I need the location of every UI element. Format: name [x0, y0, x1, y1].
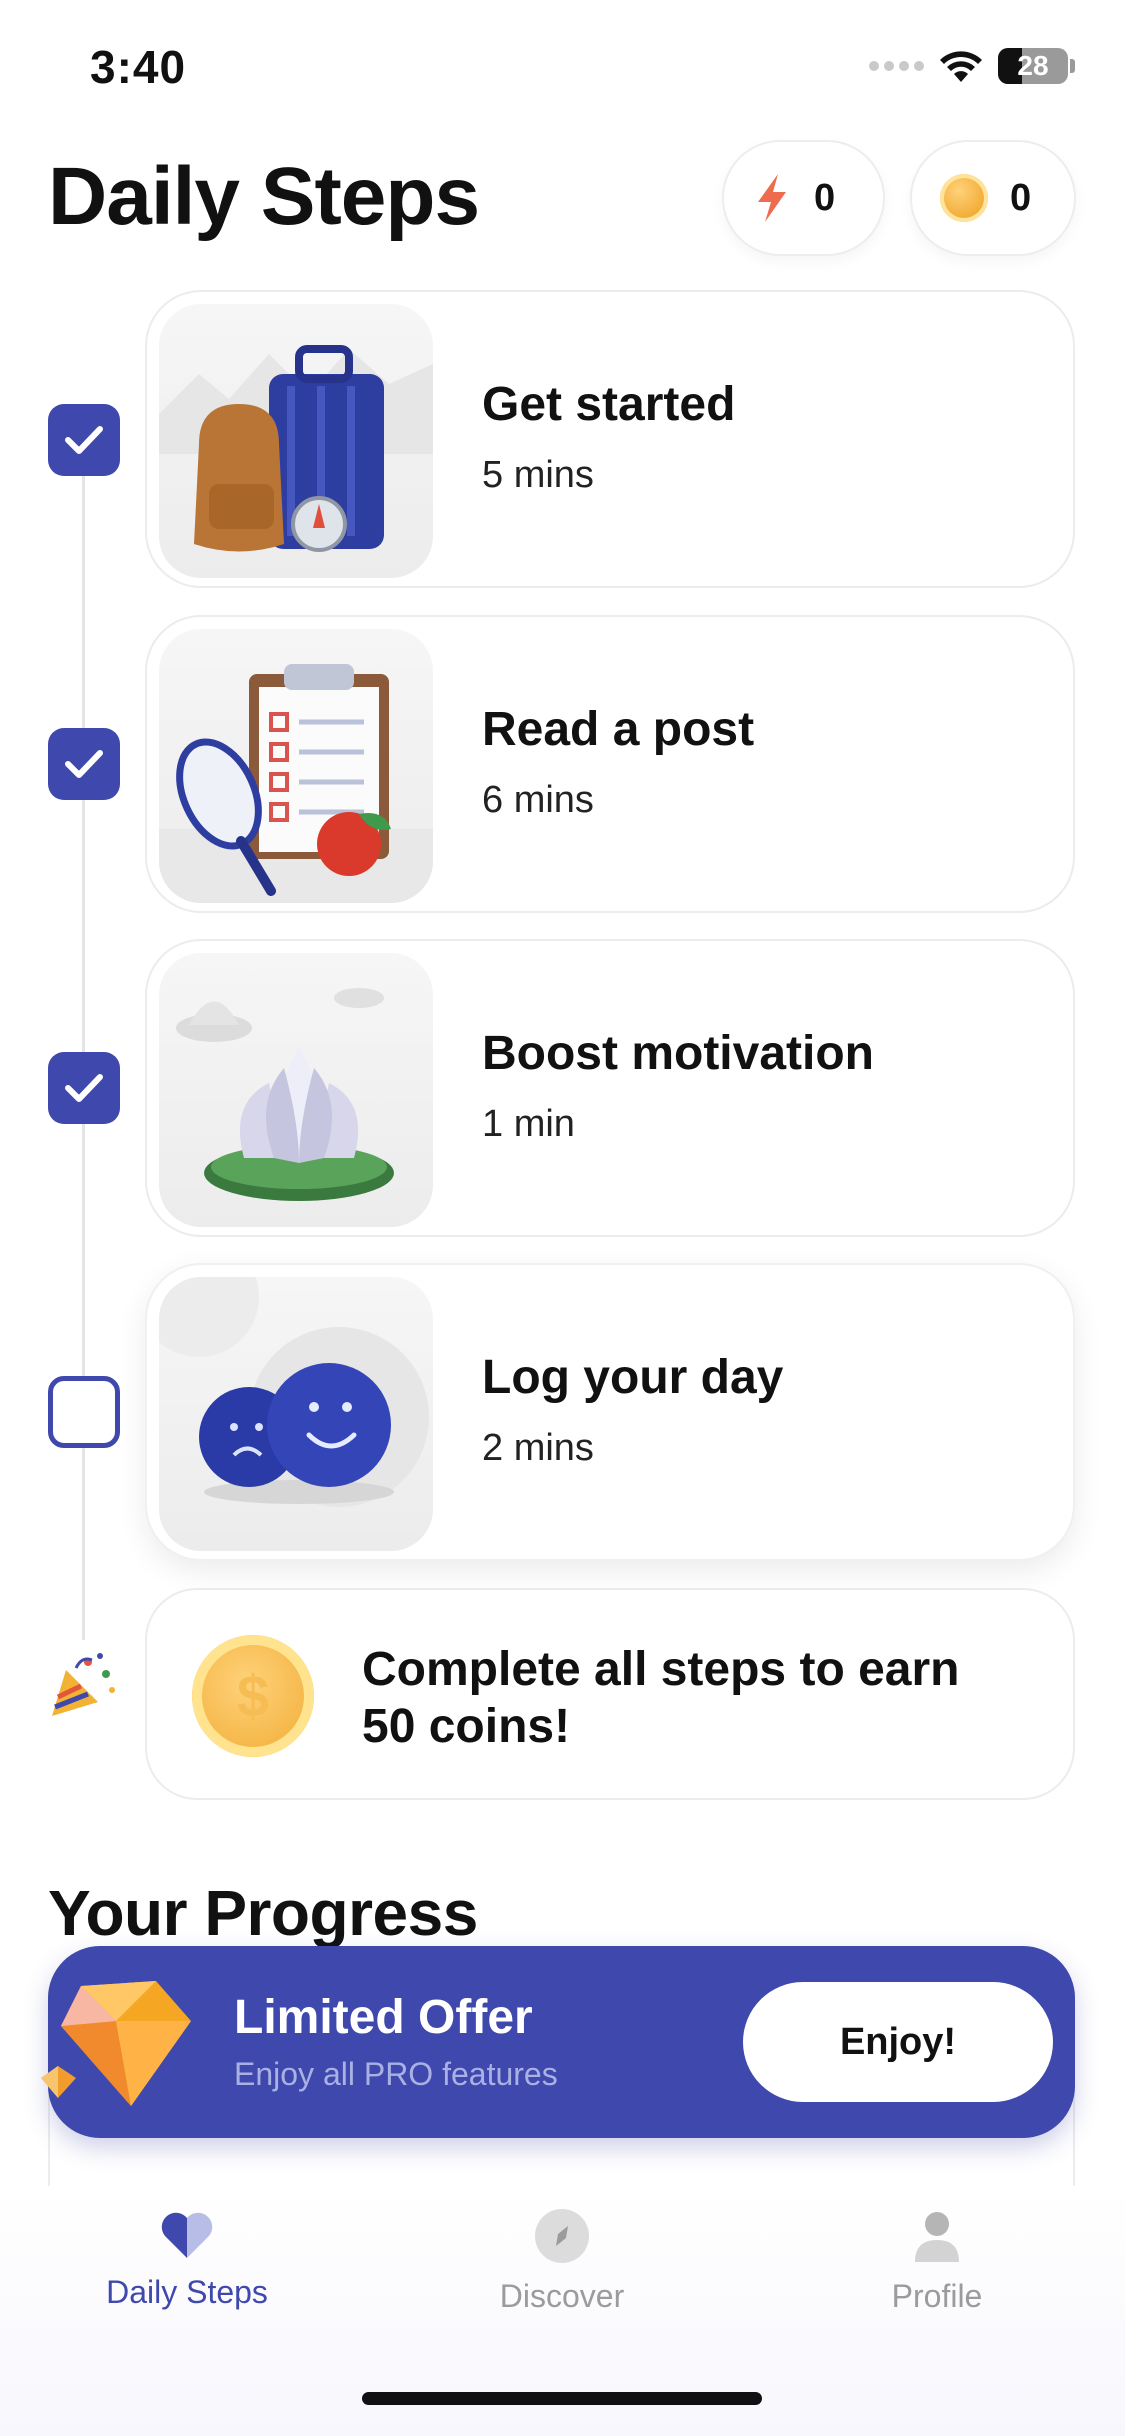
home-indicator	[362, 2392, 762, 2405]
tab-discover[interactable]: Discover	[412, 2208, 712, 2315]
diamond-icon	[36, 1966, 206, 2131]
battery-level: 28	[1017, 50, 1049, 81]
battery-tip	[1070, 59, 1075, 73]
coin-icon	[940, 174, 988, 222]
energy-count: 0	[814, 176, 836, 219]
cellular-signal-icon	[869, 61, 924, 71]
tab-daily-steps[interactable]: Daily Steps	[37, 2208, 337, 2311]
status-time: 3:40	[90, 41, 187, 93]
coin-icon: $	[192, 1635, 314, 1757]
lotus-flower-icon	[159, 953, 433, 1227]
section-title-progress: Your Progress	[48, 1877, 478, 1949]
tab-label: Discover	[499, 2278, 625, 2314]
step-checkbox-boost-motivation[interactable]	[48, 1052, 120, 1124]
step-duration: 2 mins	[482, 1427, 594, 1469]
party-popper-icon	[48, 1650, 118, 1725]
tab-label: Profile	[891, 2278, 983, 2314]
step-duration: 1 min	[482, 1103, 575, 1145]
banner-title: Limited Offer	[234, 1991, 533, 2044]
enjoy-button[interactable]: Enjoy!	[743, 1982, 1053, 2102]
step-checkbox-get-started[interactable]	[48, 404, 120, 476]
step-title: Read a post	[482, 703, 755, 756]
coin-counter[interactable]: 0	[910, 140, 1076, 256]
coin-count: 0	[1010, 176, 1032, 219]
banner-subtitle: Enjoy all PRO features	[234, 2056, 558, 2092]
person-icon	[915, 2212, 959, 2262]
step-card-get-started[interactable]: Get started 5 mins	[145, 290, 1075, 588]
timeline-line	[82, 440, 85, 1640]
step-card-boost-motivation[interactable]: Boost motivation 1 min	[145, 939, 1075, 1237]
reward-card: $ Complete all steps to earn 50 coins!	[145, 1588, 1075, 1800]
step-title: Log your day	[482, 1351, 784, 1404]
step-text: Log your day 2 mins	[482, 1350, 783, 1470]
checkmark-icon	[65, 1074, 103, 1102]
energy-counter[interactable]: 0	[722, 140, 885, 256]
step-duration: 6 mins	[482, 779, 594, 821]
step-card-read-a-post[interactable]: Read a post 6 mins	[145, 615, 1075, 913]
tab-label: Daily Steps	[106, 2274, 268, 2310]
step-title: Get started	[482, 378, 736, 431]
lightning-icon	[758, 174, 786, 222]
reward-text: Complete all steps to earn 50 coins!	[362, 1643, 960, 1753]
step-checkbox-read-a-post[interactable]	[48, 728, 120, 800]
wifi-icon	[940, 51, 982, 82]
step-card-log-your-day[interactable]: Log your day 2 mins	[145, 1263, 1075, 1561]
clipboard-checklist-icon	[159, 629, 433, 903]
step-title: Boost motivation	[482, 1027, 874, 1080]
coin-symbol: $	[236, 1663, 270, 1729]
step-text: Read a post 6 mins	[482, 702, 754, 822]
battery-icon: 28	[998, 48, 1068, 84]
step-checkbox-log-your-day[interactable]	[48, 1376, 120, 1448]
limited-offer-banner[interactable]: Limited Offer Enjoy all PRO features Enj…	[41, 1946, 1075, 2138]
status-icons: 28	[869, 48, 1075, 84]
step-text: Get started 5 mins	[482, 377, 735, 497]
step-duration: 5 mins	[482, 454, 594, 496]
travel-bags-icon	[159, 304, 433, 578]
heart-icon	[161, 2212, 213, 2258]
compass-icon	[535, 2209, 589, 2263]
status-bar: 3:40 28	[0, 0, 1125, 140]
step-text: Boost motivation 1 min	[482, 1026, 874, 1146]
checkmark-icon	[65, 750, 103, 778]
mood-faces-icon	[159, 1277, 433, 1551]
page-title: Daily Steps	[48, 151, 480, 242]
tab-profile[interactable]: Profile	[787, 2208, 1087, 2315]
checkmark-icon	[65, 426, 103, 454]
